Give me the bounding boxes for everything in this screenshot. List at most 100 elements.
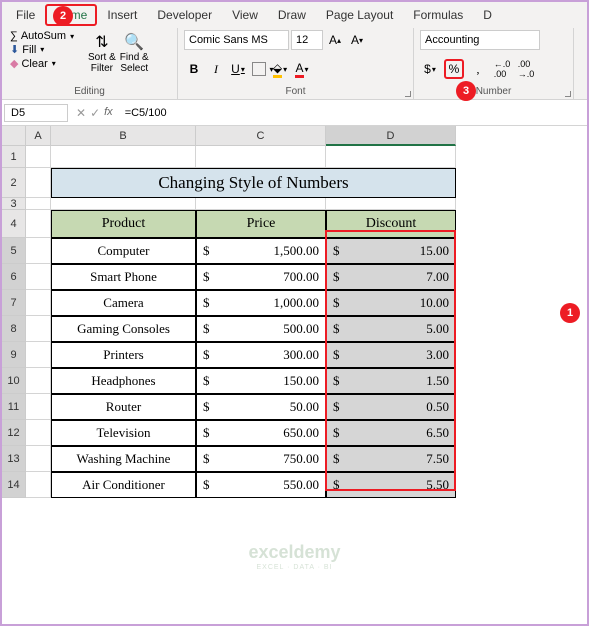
col-header-d[interactable]: D: [326, 126, 456, 146]
cell[interactable]: [26, 472, 51, 498]
cell[interactable]: [26, 210, 51, 238]
price-cell[interactable]: $150.00: [196, 368, 326, 394]
product-cell[interactable]: Smart Phone: [51, 264, 196, 290]
product-cell[interactable]: Air Conditioner: [51, 472, 196, 498]
row-header-9[interactable]: 9: [2, 342, 26, 368]
header-product[interactable]: Product: [51, 210, 196, 238]
font-dialog-launcher[interactable]: [405, 91, 411, 97]
percent-format-button[interactable]: %: [444, 59, 464, 79]
row-header-10[interactable]: 10: [2, 368, 26, 394]
row-header-14[interactable]: 14: [2, 472, 26, 498]
row-header-8[interactable]: 8: [2, 316, 26, 342]
discount-cell[interactable]: $0.50: [326, 394, 456, 420]
cell[interactable]: [26, 420, 51, 446]
border-button[interactable]: ▾: [252, 62, 266, 76]
autosum-button[interactable]: ∑ AutoSum ▾: [8, 30, 88, 42]
discount-cell[interactable]: $15.00: [326, 238, 456, 264]
cell[interactable]: [26, 394, 51, 420]
row-header-4[interactable]: 4: [2, 210, 26, 238]
header-discount[interactable]: Discount: [326, 210, 456, 238]
menu-insert[interactable]: Insert: [97, 4, 147, 26]
cell[interactable]: [26, 264, 51, 290]
font-name-select[interactable]: [184, 30, 289, 50]
menu-file[interactable]: File: [6, 4, 45, 26]
cell-reference-input[interactable]: [4, 104, 68, 122]
cell[interactable]: [26, 238, 51, 264]
discount-cell[interactable]: $7.50: [326, 446, 456, 472]
select-all-corner[interactable]: [2, 126, 26, 146]
cell[interactable]: [26, 168, 51, 198]
discount-cell[interactable]: $3.00: [326, 342, 456, 368]
cell[interactable]: [26, 316, 51, 342]
price-cell[interactable]: $1,000.00: [196, 290, 326, 316]
row-header-1[interactable]: 1: [2, 146, 26, 168]
product-cell[interactable]: Computer: [51, 238, 196, 264]
cell[interactable]: [326, 146, 456, 168]
increase-font-button[interactable]: A▴: [325, 30, 345, 50]
decrease-font-button[interactable]: A▾: [347, 30, 367, 50]
row-header-11[interactable]: 11: [2, 394, 26, 420]
cell[interactable]: [26, 342, 51, 368]
cell[interactable]: [51, 146, 196, 168]
underline-button[interactable]: U▾: [228, 59, 248, 79]
row-header-7[interactable]: 7: [2, 290, 26, 316]
fx-icon[interactable]: fx: [104, 106, 113, 120]
menu-view[interactable]: View: [222, 4, 268, 26]
increase-decimal-button[interactable]: ←.0.00: [492, 59, 512, 79]
product-cell[interactable]: Gaming Consoles: [51, 316, 196, 342]
row-header-5[interactable]: 5: [2, 238, 26, 264]
discount-cell[interactable]: $6.50: [326, 420, 456, 446]
price-cell[interactable]: $550.00: [196, 472, 326, 498]
price-cell[interactable]: $300.00: [196, 342, 326, 368]
discount-cell[interactable]: $5.50: [326, 472, 456, 498]
row-header-2[interactable]: 2: [2, 168, 26, 198]
price-cell[interactable]: $750.00: [196, 446, 326, 472]
cell[interactable]: [196, 198, 326, 210]
clear-button[interactable]: ◆ Clear ▾: [8, 57, 88, 70]
cell[interactable]: [26, 146, 51, 168]
price-cell[interactable]: $50.00: [196, 394, 326, 420]
cell[interactable]: [51, 198, 196, 210]
price-cell[interactable]: $1,500.00: [196, 238, 326, 264]
product-cell[interactable]: Camera: [51, 290, 196, 316]
title-cell[interactable]: Changing Style of Numbers: [51, 168, 456, 198]
col-header-a[interactable]: A: [26, 126, 51, 146]
accounting-format-button[interactable]: $▾: [420, 59, 440, 79]
product-cell[interactable]: Router: [51, 394, 196, 420]
formula-input[interactable]: =C5/100: [119, 105, 587, 121]
comma-format-button[interactable]: ,: [468, 59, 488, 79]
product-cell[interactable]: Washing Machine: [51, 446, 196, 472]
menu-more[interactable]: D: [473, 4, 502, 26]
product-cell[interactable]: Television: [51, 420, 196, 446]
menu-formulas[interactable]: Formulas: [403, 4, 473, 26]
discount-cell[interactable]: $5.00: [326, 316, 456, 342]
sort-filter-button[interactable]: ⇅ Sort & Filter: [88, 32, 116, 74]
menu-page-layout[interactable]: Page Layout: [316, 4, 403, 26]
row-header-3[interactable]: 3: [2, 198, 26, 210]
product-cell[interactable]: Printers: [51, 342, 196, 368]
number-format-select[interactable]: [420, 30, 540, 50]
cell[interactable]: [26, 446, 51, 472]
find-select-button[interactable]: 🔍 Find & Select: [120, 32, 149, 74]
bold-button[interactable]: B: [184, 59, 204, 79]
font-color-button[interactable]: A▾: [292, 59, 312, 79]
cell[interactable]: [26, 198, 51, 210]
cell[interactable]: [26, 290, 51, 316]
price-cell[interactable]: $500.00: [196, 316, 326, 342]
decrease-decimal-button[interactable]: .00→.0: [516, 59, 536, 79]
discount-cell[interactable]: $10.00: [326, 290, 456, 316]
cancel-formula-icon[interactable]: ✕: [76, 106, 86, 120]
italic-button[interactable]: I: [206, 59, 226, 79]
product-cell[interactable]: Headphones: [51, 368, 196, 394]
cell[interactable]: [196, 146, 326, 168]
row-header-12[interactable]: 12: [2, 420, 26, 446]
col-header-b[interactable]: B: [51, 126, 196, 146]
number-dialog-launcher[interactable]: [565, 91, 571, 97]
price-cell[interactable]: $650.00: [196, 420, 326, 446]
row-header-6[interactable]: 6: [2, 264, 26, 290]
font-size-select[interactable]: [291, 30, 323, 50]
header-price[interactable]: Price: [196, 210, 326, 238]
discount-cell[interactable]: $7.00: [326, 264, 456, 290]
fill-button[interactable]: ⬇ Fill ▾: [8, 43, 88, 56]
row-header-13[interactable]: 13: [2, 446, 26, 472]
